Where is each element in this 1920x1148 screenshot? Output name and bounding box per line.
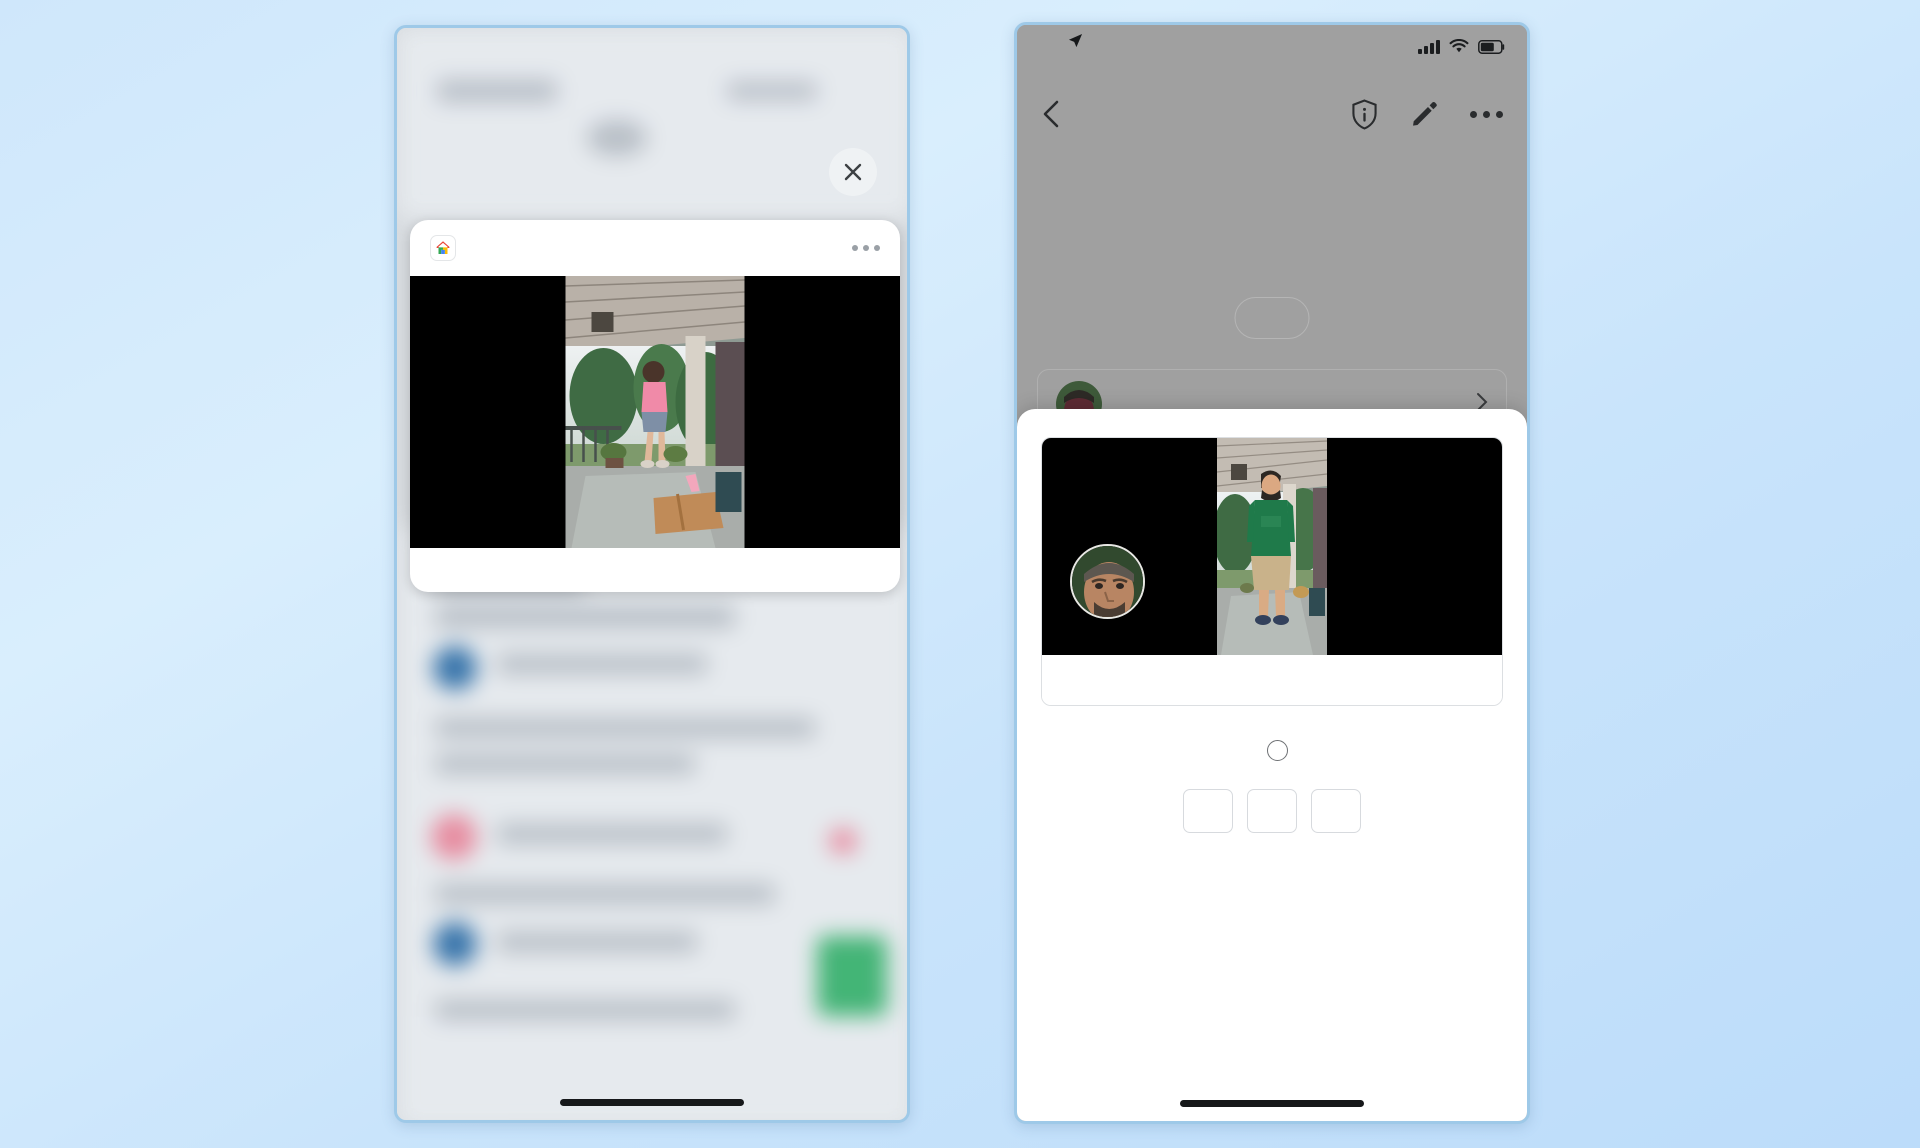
notification-text	[410, 548, 900, 592]
phone-right	[1014, 22, 1530, 1124]
event-card	[1041, 437, 1503, 706]
home-indicator-right[interactable]	[1180, 1100, 1364, 1107]
yes-button[interactable]	[1183, 789, 1233, 833]
status-bar	[1017, 25, 1527, 83]
notification-header	[410, 220, 900, 276]
doorbell-camera-frame	[1217, 438, 1327, 655]
wifi-icon	[1449, 39, 1469, 53]
phone-left	[394, 25, 910, 1123]
not-a-person-button[interactable]	[1311, 789, 1361, 833]
notification-more-options-icon[interactable]	[852, 245, 880, 251]
back-chevron-icon[interactable]	[1041, 99, 1061, 129]
notification-video-thumbnail[interactable]	[410, 276, 900, 548]
detected-face-thumbnail	[1070, 544, 1145, 619]
event-metadata	[1042, 655, 1502, 705]
status-indicators	[1418, 39, 1505, 54]
unfamiliar-face-bottom-sheet	[1017, 409, 1527, 1121]
google-home-icon	[430, 235, 456, 261]
new-faces-count-badge	[1242, 302, 1274, 334]
app-bar	[1017, 85, 1527, 143]
location-arrow-icon	[1068, 33, 1083, 48]
cellular-signal-icon	[1418, 39, 1440, 54]
close-notification-button[interactable]	[829, 148, 877, 196]
new-faces-chip[interactable]	[1234, 297, 1310, 339]
battery-icon	[1478, 39, 1505, 54]
shield-info-icon[interactable]	[1351, 98, 1378, 130]
event-video-thumbnail[interactable]	[1042, 438, 1502, 655]
status-time	[1061, 33, 1083, 48]
close-icon	[844, 163, 862, 181]
know-person-question-row	[1017, 740, 1527, 761]
more-options-icon[interactable]	[1470, 110, 1503, 118]
home-indicator-left[interactable]	[560, 1099, 744, 1106]
answer-buttons	[1017, 789, 1527, 833]
app-bar-actions	[1351, 98, 1503, 130]
info-icon[interactable]	[1266, 740, 1288, 761]
no-button[interactable]	[1247, 789, 1297, 833]
pencil-edit-icon[interactable]	[1410, 100, 1438, 128]
doorbell-camera-frame	[565, 276, 745, 548]
google-home-notification-card[interactable]	[410, 220, 900, 592]
